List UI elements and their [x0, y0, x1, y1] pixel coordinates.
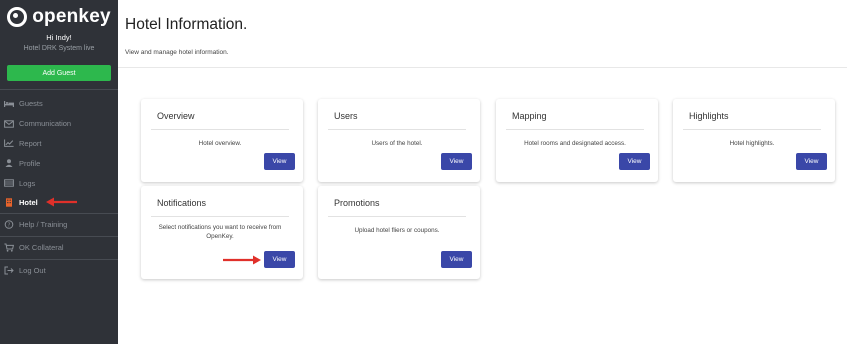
card-mapping: Mapping Hotel rooms and designated acces… [496, 99, 658, 182]
mapping-view-button[interactable]: View [619, 153, 650, 170]
cart-icon [4, 243, 14, 252]
sidebar-item-label: Communication [19, 119, 72, 129]
sign-out-icon [4, 266, 14, 275]
sidebar-item-report[interactable]: Report [0, 134, 118, 154]
sidebar-item-help-training[interactable]: ? Help / Training [0, 214, 118, 236]
logo-text: openkey [32, 6, 111, 27]
sidebar-item-logs[interactable]: Logs [0, 173, 118, 193]
card-description: Hotel rooms and designated access. [524, 140, 626, 147]
header-divider [118, 67, 847, 68]
card-title: Mapping [512, 111, 547, 121]
promotions-view-button[interactable]: View [441, 251, 472, 268]
sidebar-item-log-out[interactable]: Log Out [0, 260, 118, 282]
card-description: Users of the hotel. [371, 140, 423, 147]
openkey-logo[interactable]: openkey [0, 0, 118, 30]
card-title: Promotions [334, 198, 380, 208]
sidebar-item-hotel[interactable]: Hotel [0, 193, 118, 213]
sidebar-item-ok-collateral[interactable]: OK Collateral [0, 237, 118, 259]
highlights-view-button[interactable]: View [796, 153, 827, 170]
card-divider [151, 129, 289, 130]
card-description: Hotel highlights. [729, 140, 775, 147]
card-divider [328, 216, 466, 217]
overview-view-button[interactable]: View [264, 153, 295, 170]
sidebar-item-communication[interactable]: Communication [0, 114, 118, 134]
notifications-view-button[interactable]: View [264, 251, 295, 268]
card-divider [506, 129, 644, 130]
chart-icon [4, 139, 14, 148]
card-overview: Overview Hotel overview. View [141, 99, 303, 182]
question-circle-icon: ? [4, 220, 14, 230]
card-users: Users Users of the hotel. View [318, 99, 480, 182]
building-icon [4, 198, 14, 208]
sidebar-item-label: Report [19, 138, 42, 148]
greeting: Hi Indy! [46, 33, 72, 42]
card-promotions: Promotions Upload hotel fliers or coupon… [318, 186, 480, 279]
sidebar-item-label: Help / Training [19, 220, 68, 230]
card-description: Upload hotel fliers or coupons. [354, 227, 440, 234]
openkey-logo-icon [7, 7, 28, 27]
envelope-icon [4, 119, 14, 128]
card-title: Highlights [689, 111, 729, 121]
main-content: Hotel Information. View and manage hotel… [118, 0, 847, 344]
add-guest-button[interactable]: Add Guest [7, 65, 111, 81]
sidebar-item-profile[interactable]: Profile [0, 153, 118, 173]
hotel-name: Hotel DRK System live [23, 45, 95, 52]
card-title: Users [334, 111, 358, 121]
page-subtitle: View and manage hotel information. [125, 49, 229, 56]
card-title: Overview [157, 111, 195, 121]
svg-text:?: ? [8, 223, 11, 229]
card-highlights: Highlights Hotel highlights. View [673, 99, 835, 182]
list-icon [4, 179, 14, 187]
sidebar-item-label: OK Collateral [19, 243, 64, 253]
sidebar-item-label: Hotel [19, 198, 38, 208]
card-notifications: Notifications Select notifications you w… [141, 186, 303, 279]
sidebar-item-label: Guests [19, 99, 43, 109]
card-divider [683, 129, 821, 130]
card-divider [151, 216, 289, 217]
sidebar-item-label: Log Out [19, 266, 46, 276]
card-description: Hotel overview. [198, 140, 242, 147]
card-title: Notifications [157, 198, 207, 208]
sidebar: openkey Hi Indy! Hotel DRK System live A… [0, 0, 118, 344]
users-view-button[interactable]: View [441, 153, 472, 170]
sidebar-item-guests[interactable]: Guests [0, 94, 118, 114]
bed-icon [4, 100, 14, 108]
card-divider [328, 129, 466, 130]
card-description: Select notifications you want to receive… [158, 224, 282, 241]
sidebar-nav: Guests Communication Report Profile Logs [0, 90, 118, 213]
page-title: Hotel Information. [125, 16, 248, 33]
annotation-arrow-left-icon [46, 197, 77, 207]
annotation-arrow-right-icon [223, 255, 261, 265]
sidebar-item-label: Logs [19, 178, 36, 188]
user-icon [4, 159, 14, 168]
sidebar-item-label: Profile [19, 158, 41, 168]
